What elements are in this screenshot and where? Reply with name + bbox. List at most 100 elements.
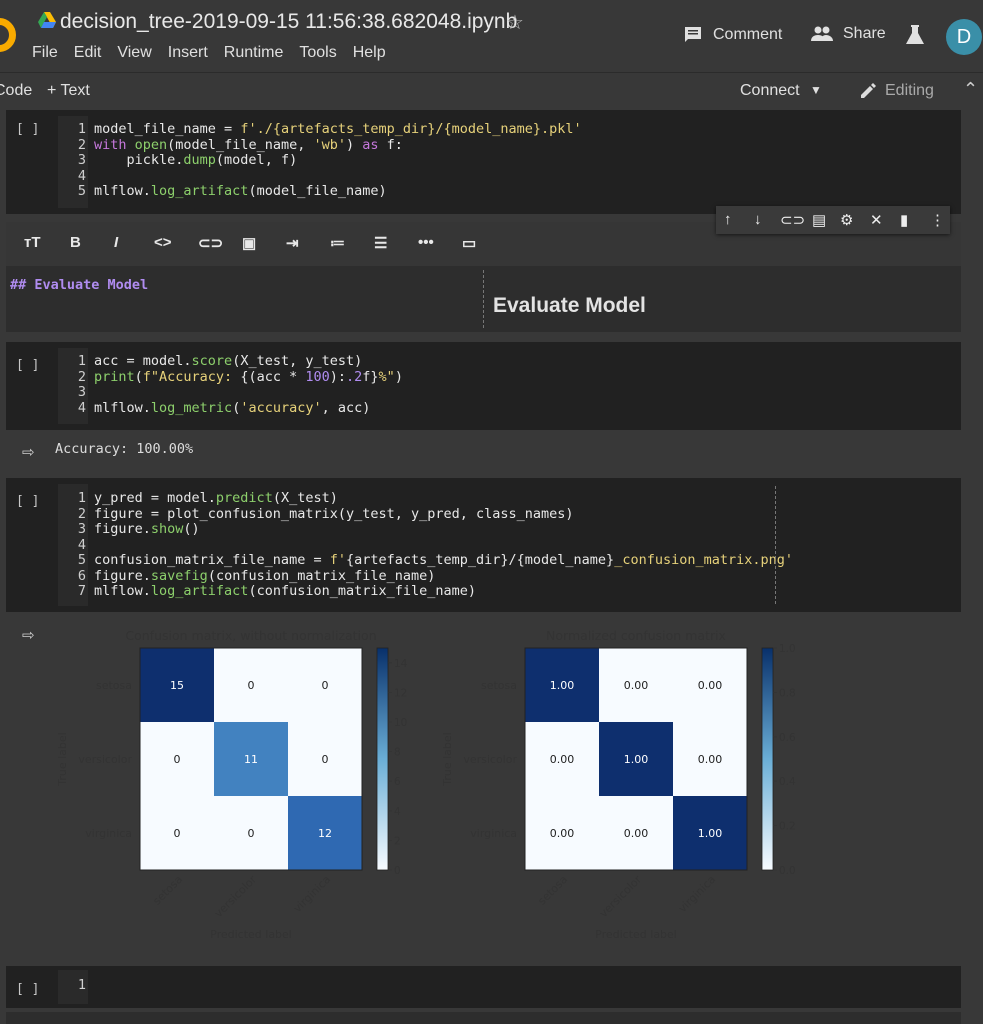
- colorbar-tick-label: 6: [394, 776, 401, 788]
- link-icon[interactable]: ⊂⊃: [780, 211, 805, 229]
- comment-label: Comment: [713, 26, 783, 43]
- cell-run-button[interactable]: [ ]: [16, 358, 39, 373]
- menu-tools[interactable]: Tools: [299, 44, 336, 62]
- cell-value-label: 0: [322, 753, 329, 766]
- menu-view[interactable]: View: [117, 44, 151, 62]
- x-tick-label: versicolor: [597, 873, 644, 920]
- horizontal-rule-icon[interactable]: •••: [418, 234, 434, 251]
- colorbar: [376, 647, 389, 871]
- y-tick-label: setosa: [96, 679, 132, 692]
- x-tick-label: virginica: [676, 873, 718, 915]
- y-tick-label: versicolor: [463, 753, 517, 766]
- share-label: Share: [843, 25, 886, 42]
- bulleted-list-icon[interactable]: ☰: [374, 234, 387, 252]
- x-tick-label: versicolor: [212, 873, 259, 920]
- colorbar-tick-label: 1.0: [779, 643, 796, 655]
- menu-runtime[interactable]: Runtime: [224, 44, 284, 62]
- heading-icon[interactable]: тT: [24, 234, 41, 251]
- cell-run-button[interactable]: [ ]: [16, 122, 39, 137]
- cell-value-label: 0.00: [550, 753, 575, 766]
- menu-help[interactable]: Help: [353, 44, 386, 62]
- cell-value-label: 0.00: [698, 679, 723, 692]
- y-tick-label: versicolor: [78, 753, 132, 766]
- pencil-icon: [861, 83, 876, 98]
- chevron-down-icon[interactable]: ▼: [810, 83, 822, 97]
- cell-value-label: 0.00: [550, 827, 575, 840]
- output-icon[interactable]: ⇨: [22, 626, 35, 644]
- google-drive-icon: [38, 12, 56, 28]
- cell-value-label: 0.00: [624, 827, 649, 840]
- y-axis-label: True label: [56, 732, 69, 786]
- markdown-source[interactable]: ## Evaluate Model: [10, 277, 148, 293]
- move-down-icon[interactable]: ↓: [754, 211, 762, 228]
- gear-icon[interactable]: ⚙: [840, 211, 853, 229]
- code-cell[interactable]: [ ] 1 y_pred = model.predict(X_test) 2 fig…: [6, 478, 961, 612]
- star-icon[interactable]: ☆: [506, 10, 524, 35]
- cell-output-text: Accuracy: 100.00%: [55, 441, 194, 457]
- cell-value-label: 0.00: [624, 679, 649, 692]
- x-tick-label: setosa: [150, 873, 185, 908]
- menu-bar: File Edit View Insert Runtime Tools Help: [32, 44, 402, 62]
- colorbar-tick-label: 2: [394, 835, 401, 847]
- editing-mode-button[interactable]: Editing: [859, 82, 934, 100]
- code-editor[interactable]: 1 model_file_name = f'./{artefacts_temp_d…: [58, 121, 582, 200]
- cell-value-label: 0.00: [698, 753, 723, 766]
- move-up-icon[interactable]: ↑: [724, 211, 732, 228]
- trash-icon[interactable]: ▮: [900, 211, 908, 229]
- cell-value-label: 12: [318, 827, 332, 840]
- confusion-matrix-normalized: Normalized confusion matrix 1.00 0.00 0.00 0…: [441, 628, 796, 941]
- italic-icon[interactable]: I: [114, 234, 118, 251]
- cell-run-button[interactable]: [ ]: [16, 494, 39, 509]
- colorbar-tick-label: 0: [394, 865, 401, 877]
- code-cell[interactable]: [ ] 1: [6, 966, 961, 1008]
- numbered-list-icon[interactable]: ≔: [330, 234, 345, 252]
- add-text-button[interactable]: + Text: [47, 82, 90, 100]
- chevron-up-icon[interactable]: ⌃: [963, 79, 978, 100]
- menu-insert[interactable]: Insert: [168, 44, 208, 62]
- notebook-bottom: [6, 1012, 961, 1024]
- preview-icon[interactable]: ▭: [462, 234, 476, 252]
- x-tick-label: setosa: [535, 873, 570, 908]
- flask-icon[interactable]: [905, 24, 925, 46]
- notebook-title[interactable]: decision_tree-2019-09-15 11:56:38.682048…: [60, 10, 517, 34]
- share-button[interactable]: Share: [811, 25, 886, 43]
- connect-button[interactable]: Connect: [740, 82, 800, 100]
- colorbar-tick-label: 14: [394, 658, 408, 670]
- app-header: decision_tree-2019-09-15 11:56:38.682048…: [0, 0, 983, 110]
- output-icon[interactable]: ⇨: [22, 443, 35, 461]
- x-tick-label: virginica: [291, 873, 333, 915]
- user-avatar[interactable]: D: [946, 19, 982, 55]
- comment-icon[interactable]: ▤: [812, 211, 826, 229]
- indent-icon[interactable]: ⇥: [286, 234, 299, 252]
- cell-run-button[interactable]: [ ]: [16, 982, 39, 997]
- code-cell[interactable]: [ ] 1 model_file_name = f'./{artefacts_te…: [6, 110, 961, 214]
- comment-icon: [685, 27, 701, 42]
- code-editor[interactable]: 1 y_pred = model.predict(X_test) 2 figure …: [58, 490, 793, 600]
- colab-logo[interactable]: [0, 18, 16, 52]
- code-editor[interactable]: 1: [58, 977, 94, 994]
- mirror-cell-icon[interactable]: ✕: [870, 211, 883, 229]
- y-tick-label: virginica: [470, 827, 517, 840]
- image-icon[interactable]: ▣: [242, 234, 256, 252]
- people-icon: [811, 26, 833, 41]
- notebook-toolbar: Code + Text Connect ▼ Editing ⌃: [0, 72, 983, 111]
- confusion-matrix-figure: Confusion matrix, without normalization 1…: [56, 628, 796, 941]
- menu-file[interactable]: File: [32, 44, 58, 62]
- cell-value-label: 11: [244, 753, 258, 766]
- cell-value-label: 1.00: [550, 679, 575, 692]
- more-vert-icon[interactable]: ⋮: [930, 211, 945, 229]
- menu-edit[interactable]: Edit: [74, 44, 102, 62]
- colorbar-tick-label: 0.2: [779, 821, 796, 833]
- cell-value-label: 15: [170, 679, 184, 692]
- code-cell[interactable]: [ ] 1 acc = model.score(X_test, y_test) 2…: [6, 342, 961, 430]
- add-code-button[interactable]: Code: [0, 82, 32, 100]
- code-editor[interactable]: 1 acc = model.score(X_test, y_test) 2 prin…: [58, 353, 403, 416]
- colorbar-tick-label: 4: [394, 806, 401, 818]
- code-icon[interactable]: <>: [154, 234, 172, 251]
- link-icon[interactable]: ⊂⊃: [198, 234, 223, 252]
- y-tick-label: virginica: [85, 827, 132, 840]
- comment-button[interactable]: Comment: [683, 25, 782, 45]
- cell-value-label: 0: [174, 753, 181, 766]
- text-cell[interactable]: тT B I <> ⊂⊃ ▣ ⇥ ≔ ☰ ••• ▭ ## Evaluate M…: [6, 222, 961, 332]
- bold-icon[interactable]: B: [70, 234, 81, 251]
